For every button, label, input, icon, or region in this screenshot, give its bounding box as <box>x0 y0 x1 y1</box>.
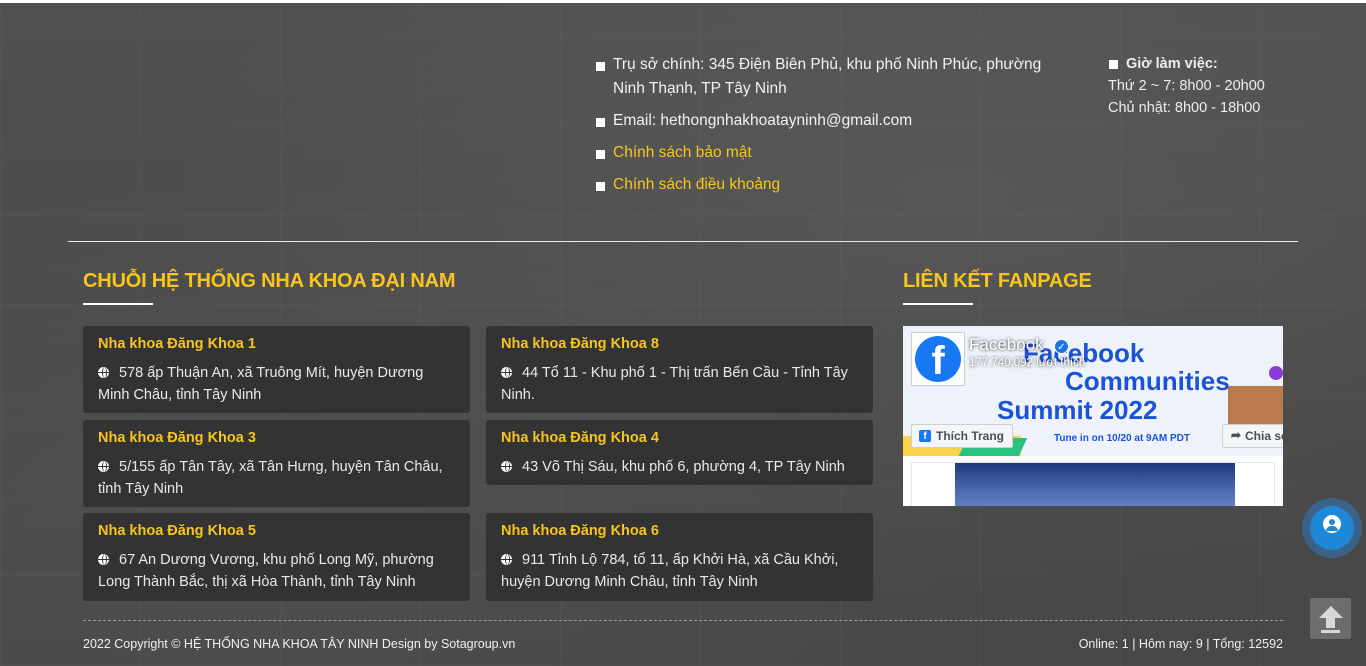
visitor-stats: Online: 1 | Hôm nay: 9 | Tổng: 12592 <box>1078 637 1283 651</box>
section-divider <box>68 241 1298 242</box>
fanpage-section-title: LIÊN KẾT FANPAGE <box>903 270 1092 292</box>
chat-button[interactable] <box>1302 498 1362 558</box>
facebook-page-widget[interactable]: Facebook Communities Summit 2022 Tune in… <box>903 326 1283 506</box>
verified-badge-icon: ✓ <box>1054 339 1069 354</box>
clinic-name[interactable]: Nha khoa Đăng Khoa 3 <box>98 428 455 448</box>
cover-text-line2: Communities <box>1065 366 1230 396</box>
user-chat-icon <box>1310 506 1354 550</box>
share-arrow-icon: ➦ <box>1230 428 1242 442</box>
fanpage-title-underline <box>903 303 973 305</box>
chain-title-underline <box>83 303 153 305</box>
globe-icon <box>501 367 512 378</box>
clinic-address: 578 ấp Thuận An, xã Truông Mít, huyện Dư… <box>98 365 424 403</box>
chain-section-title: CHUỖI HỆ THỐNG NHA KHOA ĐẠI NAM <box>83 270 456 292</box>
clinic-card[interactable]: Nha khoa Đăng Khoa 1 578 ấp Thuận An, xã… <box>83 326 470 413</box>
privacy-policy-link[interactable]: Chính sách bảo mật <box>595 141 1075 165</box>
contact-list: Trụ sở chính: 345 Điện Biên Phủ, khu phố… <box>595 53 1075 205</box>
square-bullet-icon <box>596 118 605 127</box>
like-page-button[interactable]: f Thích Trang <box>911 424 1014 448</box>
copyright-text: 2022 Copyright © HỆ THỐNG NHA KHOA TÂY N… <box>83 637 516 651</box>
facebook-page-name[interactable]: Facebook <box>969 335 1044 355</box>
clinic-card[interactable]: Nha khoa Đăng Khoa 6 911 Tỉnh Lộ 784, tổ… <box>486 513 873 601</box>
working-hours-sunday: Chủ nhật: 8h00 - 18h00 <box>1108 100 1261 116</box>
working-hours-title: Giờ làm việc: <box>1108 53 1308 75</box>
globe-icon <box>98 367 109 378</box>
clinic-address: 67 An Dương Vương, khu phố Long Mỹ, phườ… <box>98 552 434 590</box>
square-bullet-icon <box>1109 60 1118 69</box>
cover-text-line3: Summit 2022 <box>997 395 1158 425</box>
clinic-card[interactable]: Nha khoa Đăng Khoa 4 43 Võ Thị Sáu, khu … <box>486 420 873 485</box>
clinic-card[interactable]: Nha khoa Đăng Khoa 3 5/155 ấp Tân Tây, x… <box>83 420 470 507</box>
share-button[interactable]: ➦ Chia sẻ <box>1222 424 1283 448</box>
facebook-logo-icon: f <box>915 336 961 383</box>
footer-divider <box>83 620 1283 621</box>
arrow-up-icon <box>1319 606 1343 618</box>
globe-icon <box>501 461 512 472</box>
clinic-card[interactable]: Nha khoa Đăng Khoa 8 44 Tổ 11 - Khu phố … <box>486 326 873 413</box>
clinic-name[interactable]: Nha khoa Đăng Khoa 1 <box>98 334 455 354</box>
clinic-name[interactable]: Nha khoa Đăng Khoa 6 <box>501 521 858 541</box>
post-image <box>955 463 1235 506</box>
globe-icon <box>501 554 512 565</box>
working-hours-weekday: Thứ 2 ~ 7: 8h00 - 20h00 <box>1108 78 1265 94</box>
terms-link[interactable]: Chính sách điều khoảng <box>595 173 1075 197</box>
globe-icon <box>98 554 109 565</box>
clinic-name[interactable]: Nha khoa Đăng Khoa 4 <box>501 428 858 448</box>
cover-tune-text: Tune in on 10/20 at 9AM PDT <box>1054 433 1190 444</box>
square-bullet-icon <box>596 150 605 159</box>
facebook-likes-count: 177.740.092 lượt thích <box>969 357 1086 369</box>
clinic-name[interactable]: Nha khoa Đăng Khoa 5 <box>98 521 455 541</box>
clinic-card[interactable]: Nha khoa Đăng Khoa 5 67 An Dương Vương, … <box>83 513 470 601</box>
contact-email[interactable]: Email: hethongnhakhoatayninh@gmail.com <box>595 109 1075 133</box>
facebook-post-preview[interactable] <box>911 462 1275 506</box>
clinic-address: 44 Tổ 11 - Khu phố 1 - Thị trấn Bến Cầu … <box>501 365 848 403</box>
facebook-f-icon: f <box>919 430 931 442</box>
clinic-address: 43 Võ Thị Sáu, khu phố 6, phường 4, TP T… <box>501 456 858 478</box>
globe-icon <box>98 461 109 472</box>
contact-address: Trụ sở chính: 345 Điện Biên Phủ, khu phố… <box>595 53 1075 101</box>
working-hours: Giờ làm việc: Thứ 2 ~ 7: 8h00 - 20h00 Ch… <box>1108 53 1308 119</box>
square-bullet-icon <box>596 182 605 191</box>
clinic-address: 911 Tỉnh Lộ 784, tổ 11, ấp Khởi Hà, xã C… <box>501 552 839 590</box>
square-bullet-icon <box>596 62 605 71</box>
back-to-top-button[interactable] <box>1310 598 1351 639</box>
facebook-page-avatar[interactable]: f <box>911 332 965 386</box>
clinic-address: 5/155 ấp Tân Tây, xã Tân Hưng, huyện Tân… <box>98 459 443 497</box>
clinic-name[interactable]: Nha khoa Đăng Khoa 8 <box>501 334 858 354</box>
